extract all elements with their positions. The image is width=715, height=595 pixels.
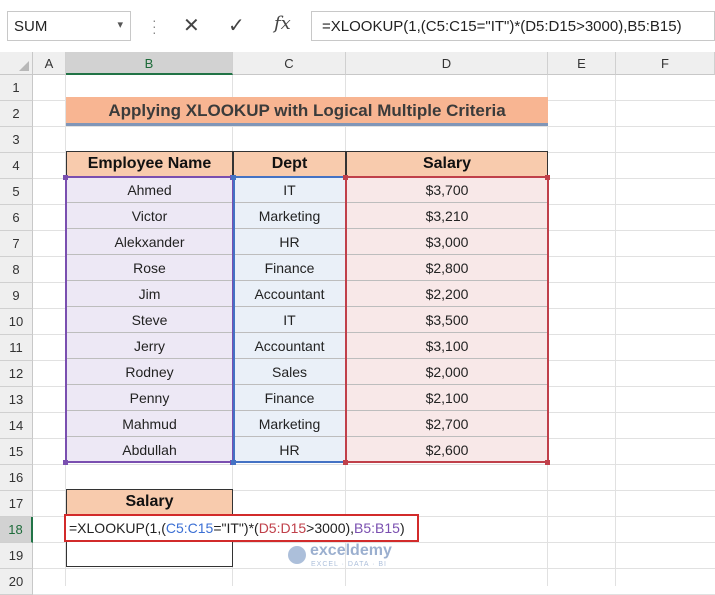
column-header-a[interactable]: A (33, 52, 66, 75)
drag-handle-icon[interactable]: · · · (152, 13, 157, 39)
column-header-e[interactable]: E (548, 52, 616, 75)
formula-buttons: ✕ ✓ fx (170, 11, 304, 41)
row-header-9[interactable]: 9 (0, 283, 33, 309)
chevron-down-icon[interactable]: ▾ (117, 18, 123, 31)
range-handle[interactable] (63, 460, 68, 465)
exceldemy-logo-icon (288, 546, 306, 564)
name-box-value: SUM (14, 18, 48, 35)
formula-part: >3000), (306, 520, 355, 536)
row-header-18[interactable]: 18 (0, 517, 33, 543)
range-handle[interactable] (231, 175, 236, 180)
formula-part: ="IT")*( (213, 520, 259, 536)
cell-editor-b18[interactable]: =XLOOKUP(1,(C5:C15="IT")*(D5:D15>3000),B… (64, 514, 419, 542)
exceldemy-watermark: exceldemy EXCEL · DATA · BI (286, 540, 426, 580)
column-header-d[interactable]: D (346, 52, 548, 75)
row-header-4[interactable]: 4 (0, 153, 33, 179)
formula-ref-d: D5:D15 (258, 520, 307, 536)
insert-function-icon[interactable]: fx (274, 13, 291, 34)
row-header-6[interactable]: 6 (0, 205, 33, 231)
select-all-corner[interactable] (0, 52, 33, 75)
cell-editor-formula: =XLOOKUP(1,(C5:C15="IT")*(D5:D15>3000),B… (69, 520, 405, 536)
watermark-name: exceldemy (310, 542, 392, 559)
row-header-19[interactable]: 19 (0, 543, 33, 569)
range-handle[interactable] (231, 460, 236, 465)
row-header-8[interactable]: 8 (0, 257, 33, 283)
row-header-13[interactable]: 13 (0, 387, 33, 413)
formula-ref-c: C5:C15 (165, 520, 214, 536)
row-header-11[interactable]: 11 (0, 335, 33, 361)
formula-bar: SUM ▾ · · · ✕ ✓ fx =XLOOKUP(1,(C5:C15="IT"… (0, 0, 715, 52)
formula-part: ) (399, 520, 405, 536)
column-header-c[interactable]: C (233, 52, 346, 75)
range-handle[interactable] (343, 175, 348, 180)
formula-input[interactable]: =XLOOKUP(1,(C5:C15="IT")*(D5:D15>3000),B… (311, 11, 715, 41)
column-header-f[interactable]: F (616, 52, 715, 75)
sheet-title: Applying XLOOKUP with Logical Multiple C… (66, 97, 548, 126)
range-handle[interactable] (63, 175, 68, 180)
watermark-tagline: EXCEL · DATA · BI (311, 561, 387, 568)
gridline (33, 126, 715, 127)
row-header-5[interactable]: 5 (0, 179, 33, 205)
cancel-icon[interactable]: ✕ (183, 13, 200, 38)
range-handle[interactable] (343, 460, 348, 465)
row-header-2[interactable]: 2 (0, 101, 33, 127)
row-header-15[interactable]: 15 (0, 439, 33, 465)
row-header-10[interactable]: 10 (0, 309, 33, 335)
formula-text: =XLOOKUP(1,(C5:C15="IT")*(D5:D15>3000),B… (322, 18, 682, 35)
range-highlight-b5-b15 (65, 176, 234, 463)
enter-icon[interactable]: ✓ (228, 13, 245, 38)
name-box[interactable]: SUM ▾ (7, 11, 131, 41)
formula-ref-b: B5:B15 (354, 520, 400, 536)
header-dept[interactable]: Dept (233, 151, 346, 177)
range-handle[interactable] (545, 175, 550, 180)
header-employee-name[interactable]: Employee Name (66, 151, 233, 177)
range-highlight-c5-c15 (233, 176, 347, 463)
row-header-12[interactable]: 12 (0, 361, 33, 387)
row-header-1[interactable]: 1 (0, 75, 33, 101)
row-header-16[interactable]: 16 (0, 465, 33, 491)
header-salary[interactable]: Salary (346, 151, 548, 177)
row-header-17[interactable]: 17 (0, 491, 33, 517)
row-header-20[interactable]: 20 (0, 569, 33, 595)
row-header-7[interactable]: 7 (0, 231, 33, 257)
lookup-salary-header[interactable]: Salary (66, 489, 233, 515)
column-header-b[interactable]: B (66, 52, 233, 75)
row-header-14[interactable]: 14 (0, 413, 33, 439)
range-highlight-d5-d15 (345, 176, 549, 463)
gridline (33, 464, 715, 465)
formula-part: =XLOOKUP(1,( (69, 520, 166, 536)
range-handle[interactable] (545, 460, 550, 465)
row-header-3[interactable]: 3 (0, 127, 33, 153)
